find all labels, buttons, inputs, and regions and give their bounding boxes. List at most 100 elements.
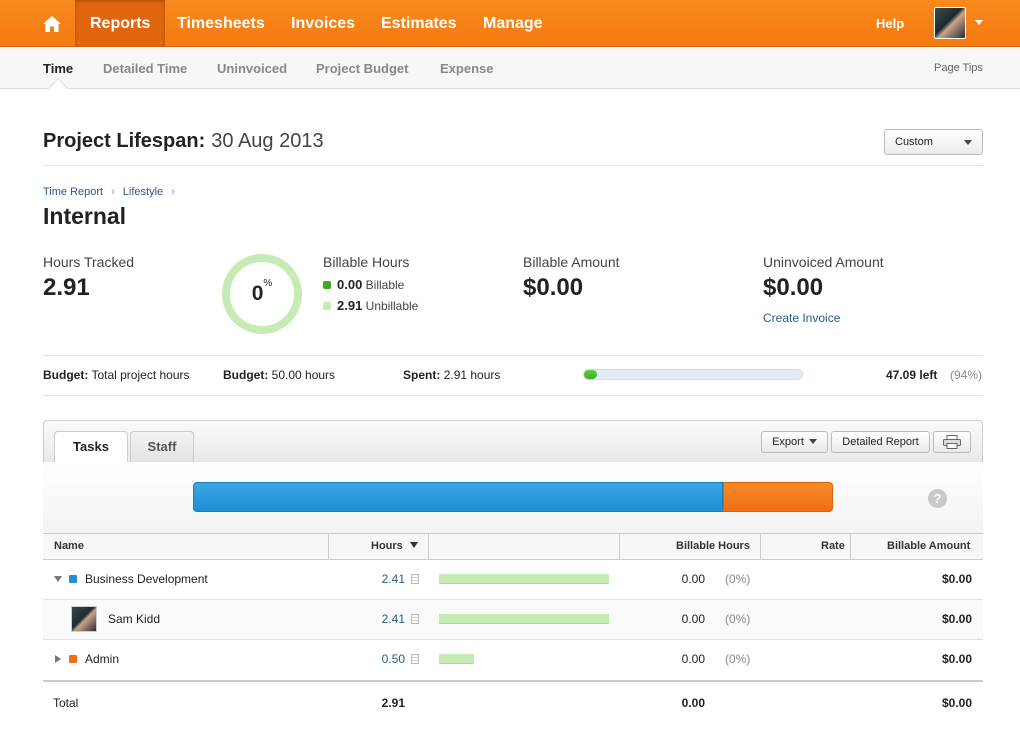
col-name[interactable]: Name [54, 534, 84, 559]
detailed-report-button[interactable]: Detailed Report [831, 431, 930, 453]
donut-value: 0 [251, 282, 264, 305]
budget-progress-fill [584, 370, 598, 379]
budget-type-label: Budget: [43, 368, 89, 382]
subtab-detailed-time[interactable]: Detailed Time [103, 48, 187, 89]
breadcrumb-time-report[interactable]: Time Report [43, 186, 103, 198]
tab-staff[interactable]: Staff [130, 431, 194, 463]
nav-manage[interactable]: Manage [468, 0, 558, 47]
expand-icon[interactable] [55, 655, 61, 663]
table-row-name[interactable]: Admin [69, 652, 119, 666]
donut-percent: 0% [230, 262, 294, 326]
timesheet-icon[interactable] [411, 614, 419, 624]
page-tips-link[interactable]: Page Tips [934, 48, 983, 89]
billable-amount-label: Billable Amount [523, 254, 620, 270]
nav-reports[interactable]: Reports [75, 0, 166, 47]
staff-name[interactable]: Sam Kidd [108, 612, 160, 626]
billable-percent: (0%) [725, 652, 751, 666]
date-range-select[interactable]: Custom [884, 129, 983, 155]
distribution-bar-admin[interactable] [723, 482, 833, 512]
task-color-swatch [69, 655, 77, 663]
distribution-bar-business-development[interactable] [193, 482, 723, 512]
budget-amount-label: Budget: [223, 368, 269, 382]
total-billable-amount: $0.00 [941, 696, 972, 710]
hours-bar [439, 614, 609, 624]
col-rate[interactable]: Rate [821, 534, 845, 559]
sort-desc-icon [409, 542, 418, 548]
legend-unbillable: 2.91 Unbillable [323, 298, 418, 313]
col-hours[interactable]: Hours [371, 534, 418, 559]
nav-invoices[interactable]: Invoices [276, 0, 370, 47]
hours-tracked-value: 2.91 [43, 274, 90, 301]
hours-link[interactable]: 2.41 [360, 612, 405, 626]
collapse-icon[interactable] [54, 576, 62, 582]
chevron-right-icon: › [171, 186, 175, 198]
legend-billable-swatch [323, 281, 331, 289]
create-invoice-link[interactable]: Create Invoice [763, 311, 840, 325]
breadcrumb-lifestyle[interactable]: Lifestyle [123, 186, 163, 198]
billable-percent: (0%) [725, 612, 751, 626]
col-billable-amount[interactable]: Billable Amount [887, 534, 970, 559]
unbillable-text: Unbillable [365, 299, 419, 313]
user-avatar[interactable] [934, 7, 966, 39]
table-row-name[interactable]: Business Development [69, 572, 208, 586]
divider [43, 355, 983, 356]
total-hours: 2.91 [381, 696, 405, 710]
page-title-label: Project Lifespan: [43, 130, 206, 152]
billable-amount-value: $0.00 [523, 274, 584, 301]
hours-bar [439, 574, 609, 584]
chevron-right-icon: › [111, 186, 115, 198]
budget-type: Budget: Total project hours [43, 368, 190, 382]
print-button[interactable] [933, 431, 971, 453]
timesheet-icon[interactable] [411, 574, 419, 584]
billable-value: 0.00 [337, 277, 363, 292]
column-divider [328, 534, 329, 559]
nav-estimates[interactable]: Estimates [366, 0, 472, 47]
billable-amount: $0.00 [941, 652, 972, 666]
hours-tracked-label: Hours Tracked [43, 254, 135, 270]
col-hours-label: Hours [371, 540, 403, 552]
divider [43, 395, 983, 396]
billable-amount: $0.00 [941, 612, 972, 626]
unbillable-value: 2.91 [337, 298, 363, 313]
billable-hours: 0.00 [681, 612, 705, 626]
section-title: Internal [43, 203, 127, 229]
billable-donut-chart: 0% [222, 254, 302, 334]
subtab-project-budget[interactable]: Project Budget [316, 48, 408, 89]
chevron-down-icon [964, 140, 972, 145]
total-divider [43, 680, 983, 682]
budget-progress-bar [583, 369, 803, 380]
hours-link[interactable]: 0.50 [360, 652, 405, 666]
top-nav: Reports Timesheets Invoices Estimates Ma… [0, 0, 1020, 47]
home-icon [43, 15, 61, 32]
task-name: Admin [85, 652, 120, 666]
total-billable-hours: 0.00 [681, 696, 705, 710]
date-range-value: Custom [895, 136, 933, 148]
timesheet-icon[interactable] [411, 654, 419, 664]
tab-tasks[interactable]: Tasks [54, 431, 128, 463]
page-title-date: 30 Aug 2013 [211, 130, 324, 152]
hours-bar [439, 654, 474, 664]
budget-spent: Spent: 2.91 hours [403, 368, 500, 382]
legend-unbillable-swatch [323, 302, 331, 310]
budget-type-value: Total project hours [91, 368, 190, 382]
task-color-swatch [69, 575, 77, 583]
chevron-down-icon[interactable] [975, 20, 983, 25]
uninvoiced-amount-value: $0.00 [763, 274, 824, 301]
nav-timesheets[interactable]: Timesheets [162, 0, 280, 47]
budget-amount-value: 50.00 hours [271, 368, 336, 382]
column-divider [850, 534, 851, 559]
budget-spent-value: 2.91 hours [443, 368, 501, 382]
sub-nav: Time Detailed Time Uninvoiced Project Bu… [0, 48, 1020, 89]
donut-unit: % [263, 278, 273, 289]
home-button[interactable] [29, 0, 75, 47]
help-link[interactable]: Help [876, 0, 904, 47]
export-button[interactable]: Export [761, 431, 828, 453]
legend-billable: 0.00 Billable [323, 277, 404, 292]
col-billable-hours[interactable]: Billable Hours [676, 534, 750, 559]
hours-link[interactable]: 2.41 [360, 572, 405, 586]
column-divider [619, 534, 620, 559]
budget-left-percent: (94%) [950, 368, 983, 382]
subtab-uninvoiced[interactable]: Uninvoiced [217, 48, 287, 89]
subtab-expense[interactable]: Expense [440, 48, 493, 89]
question-icon[interactable]: ? [928, 489, 947, 508]
